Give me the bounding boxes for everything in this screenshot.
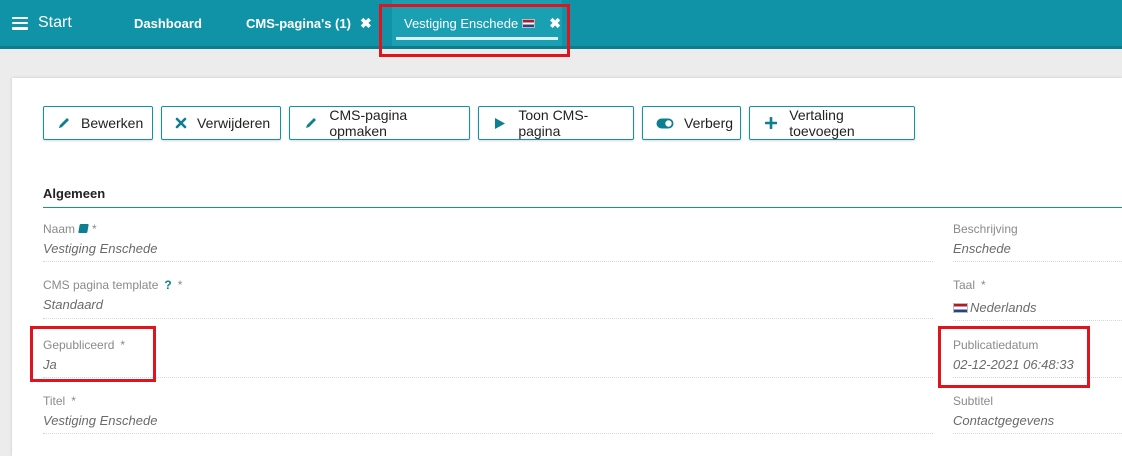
field-label-beschrijving: Beschrijving — [953, 222, 1018, 236]
field-value-subtitel: Contactgegevens — [953, 413, 1055, 428]
field-separator — [953, 433, 1122, 434]
required-marker: * — [177, 278, 183, 292]
required-marker: * — [71, 394, 76, 408]
format-cms-page-button-label: CMS-pagina opmaken — [329, 107, 408, 139]
required-marker: * — [120, 338, 126, 352]
field-separator — [953, 377, 1122, 378]
field-label-titel: Titel * — [43, 394, 76, 408]
add-translation-button[interactable]: Vertaling toevoegen — [749, 106, 915, 140]
field-value-template: Standaard — [43, 297, 103, 312]
tab-cms-paginas-label: CMS-pagina's (1) — [246, 15, 351, 31]
taal-value-text: Nederlands — [970, 300, 1037, 315]
close-icon[interactable]: ✖ — [360, 15, 372, 32]
help-icon[interactable]: ? — [164, 278, 171, 292]
tab-dashboard-label: Dashboard — [134, 15, 202, 31]
dutch-flag-icon — [522, 18, 536, 28]
required-marker: * — [981, 278, 986, 292]
field-value-beschrijving: Enschede — [953, 241, 1011, 256]
field-value-titel: Vestiging Enschede — [43, 413, 158, 428]
field-value-gepubliceerd: Ja — [43, 357, 57, 372]
tab-dashboard[interactable]: Dashboard — [134, 0, 202, 46]
required-marker: * — [92, 222, 97, 236]
book-icon — [78, 224, 89, 233]
field-label-gepubliceerd: Gepubliceerd * — [43, 338, 125, 352]
delete-button[interactable]: Verwijderen — [161, 106, 281, 140]
field-value-taal: Nederlands — [953, 300, 1037, 315]
field-label-naam: Naam * — [43, 222, 97, 236]
titel-label-text: Titel — [43, 394, 66, 408]
field-separator — [43, 377, 933, 378]
field-label-subtitel: Subtitel — [953, 394, 994, 408]
delete-button-label: Verwijderen — [197, 115, 271, 131]
field-label-publicatiedatum: Publicatiedatum — [953, 338, 1039, 352]
field-value-publicatiedatum: 02-12-2021 06:48:33 — [953, 357, 1074, 372]
tab-vestiging-enschede[interactable]: Vestiging Enschede ✖ — [392, 0, 562, 46]
field-label-taal: Taal * — [953, 278, 986, 292]
format-cms-page-button[interactable]: CMS-pagina opmaken — [289, 106, 470, 140]
section-title-algemeen: Algemeen — [43, 186, 106, 201]
field-separator — [43, 318, 933, 319]
field-separator — [43, 433, 933, 434]
pencil-icon — [303, 116, 319, 130]
field-separator — [43, 261, 933, 262]
edit-button-label: Bewerken — [81, 115, 144, 131]
add-translation-button-label: Vertaling toevoegen — [789, 107, 855, 139]
x-icon — [175, 117, 187, 129]
dutch-flag-icon — [953, 303, 968, 313]
pencil-icon — [57, 116, 71, 130]
gepubliceerd-label-text: Gepubliceerd — [43, 338, 115, 352]
top-bar-shadow — [0, 46, 1122, 49]
start-label: Start — [38, 14, 72, 31]
field-label-template: CMS pagina template? * — [43, 278, 182, 292]
hide-button-label: Verberg — [684, 115, 734, 131]
hide-button[interactable]: Verberg — [642, 106, 741, 140]
tab-vestiging-enschede-label: Vestiging Enschede — [404, 15, 519, 31]
tab-cms-paginas[interactable]: CMS-pagina's (1) ✖ — [246, 0, 372, 46]
show-cms-page-button-label: Toon CMS-pagina — [518, 107, 589, 139]
template-label-text: CMS pagina template — [43, 278, 159, 292]
section-divider — [43, 207, 1122, 208]
field-separator — [953, 320, 1122, 321]
field-separator — [953, 261, 1122, 262]
edit-button[interactable]: Bewerken — [43, 106, 153, 140]
start-menu-button[interactable]: Start — [12, 14, 72, 32]
show-cms-page-button[interactable]: Toon CMS-pagina — [478, 106, 634, 140]
field-value-naam: Vestiging Enschede — [43, 241, 158, 256]
naam-label-text: Naam — [43, 222, 76, 236]
hamburger-menu-icon — [12, 16, 28, 30]
plus-icon — [763, 117, 779, 129]
close-icon[interactable]: ✖ — [549, 15, 561, 32]
play-icon — [492, 117, 508, 130]
toggle-icon — [656, 118, 674, 129]
taal-label-text: Taal — [953, 278, 976, 292]
